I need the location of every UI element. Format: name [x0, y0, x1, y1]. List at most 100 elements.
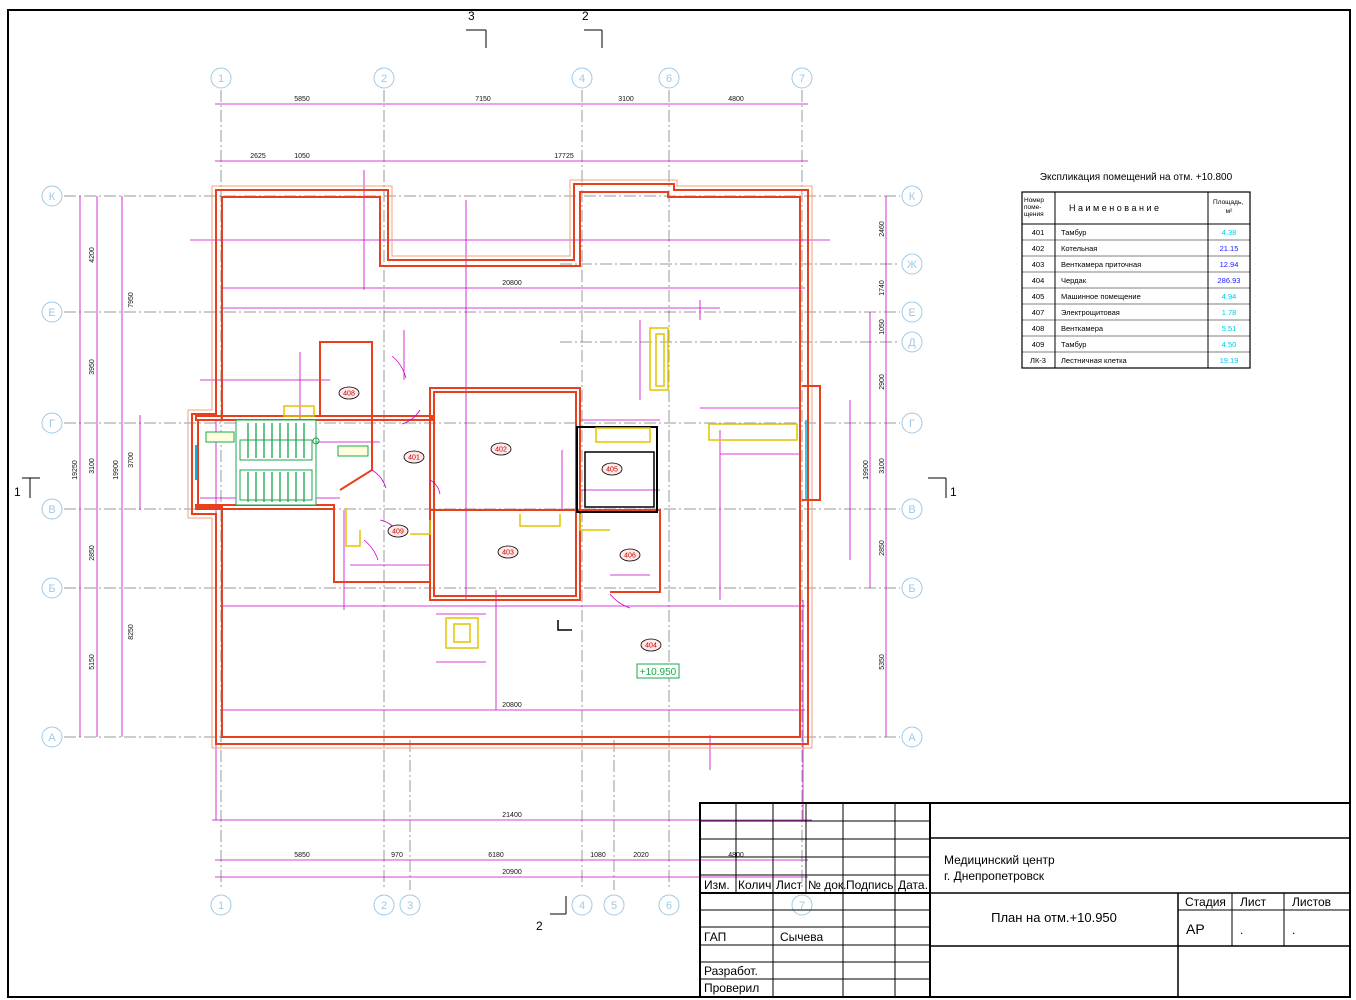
- dim-left-2: 3950: [89, 359, 96, 375]
- axis-bubble-top-4: 4: [571, 67, 593, 89]
- dim-right-3: 2900: [879, 374, 886, 390]
- stair: [195, 419, 807, 506]
- explication-row-number: 407: [1032, 308, 1045, 317]
- dim-interior-top-total: 20800: [502, 280, 522, 287]
- sheet-frame: [7, 9, 1351, 998]
- dim-left-4: 3100: [89, 458, 96, 474]
- dim-bottom-row1-0: 5850: [294, 852, 310, 859]
- elevation-mark-text: +10.950: [640, 667, 677, 678]
- dim-left-9: 5150: [89, 654, 96, 670]
- dim-right-7: 5350: [879, 654, 886, 670]
- axis-bubble-top-4-label: 4: [579, 73, 585, 85]
- axis-bubble-right-1: Ж: [901, 253, 923, 275]
- dim-left-1: 7950: [128, 292, 135, 308]
- room-tag-409-label: 409: [392, 529, 404, 536]
- room-tag-401-label: 401: [408, 455, 420, 462]
- drawing-sheet: 12467 1234567 КЕГВБА КЖЕДГВБА 4014024034…: [7, 9, 1351, 998]
- tb-project-line1: Медицинский центр: [944, 853, 1055, 867]
- axis-bubble-bottom-2: 2: [373, 894, 395, 916]
- axis-bubble-right-4-label: Г: [909, 418, 915, 430]
- dim-left-7: 2850: [89, 545, 96, 561]
- section-cut-1-right-label: 1: [950, 485, 957, 499]
- explication-row-name: Венткамера приточная: [1061, 260, 1141, 269]
- explication-row: 405 Машинное помещение 4.94: [1022, 287, 1250, 301]
- axis-bubble-left-5-label: А: [48, 732, 56, 744]
- explication-row-name: Котельная: [1061, 244, 1097, 253]
- explication-row: 401 Тамбур 4.38: [1032, 228, 1237, 237]
- explication-row-number: 402: [1032, 244, 1045, 253]
- explication-title: Экспликация помещений на отм. +10.800: [1040, 172, 1233, 183]
- axis-bubble-left-3: В: [41, 498, 63, 520]
- axis-bubble-bottom-5-label: 5: [611, 900, 617, 912]
- dim-bottom-row1-2: 6180: [488, 852, 504, 859]
- explication-row-number: ЛК-3: [1030, 356, 1046, 365]
- section-cuts: 3 2 2 1 1: [14, 9, 957, 933]
- dim-left-5: 19900: [113, 460, 120, 480]
- door-swings: [363, 355, 631, 609]
- explication-row: 402 Котельная 21.15: [1022, 239, 1250, 253]
- axis-bubble-right-1-label: Ж: [907, 259, 917, 271]
- tb-project-line2: г. Днепропетровск: [944, 869, 1045, 883]
- axis-bubble-right-2-label: Е: [908, 307, 915, 319]
- explication-row-name: Электрощитовая: [1061, 308, 1120, 317]
- room-tag-404: 404: [640, 638, 662, 652]
- explication-row-number: 409: [1032, 340, 1045, 349]
- section-cut-3-label: 3: [468, 9, 475, 23]
- axis-bubbles-right: К Ж Е Д Г В Б А: [901, 185, 923, 748]
- room-tag-405: 405: [601, 462, 623, 476]
- axis-bubble-right-3-label: Д: [908, 337, 916, 349]
- explication-row-name: Венткамера: [1061, 324, 1104, 333]
- axis-bubbles-top: 1 2 4 6 7: [210, 67, 813, 89]
- section-cut-2-label: 2: [582, 9, 589, 23]
- axis-bubble-right-0-label: К: [909, 191, 916, 203]
- axis-bubbles-bottom: 1 2 3 4 5 6 7: [210, 894, 813, 916]
- tb-header-sign: Подпись: [846, 878, 894, 892]
- axis-bubble-bottom-6-label: 6: [666, 900, 672, 912]
- dim-right-1: 1740: [879, 280, 886, 296]
- room-tag-403-label: 403: [502, 550, 514, 557]
- axis-bubble-bottom-4: 4: [571, 894, 593, 916]
- axis-bubble-bottom-6: 6: [658, 894, 680, 916]
- dim-top-row1-3: 4800: [728, 96, 744, 103]
- room-tag-405-label: 405: [606, 467, 618, 474]
- axis-bubble-right-4: Г: [901, 412, 923, 434]
- dim-top-row1-0: 5850: [294, 96, 310, 103]
- horizontal-grid-axes: [64, 195, 900, 738]
- dimension-lines: [79, 103, 887, 878]
- dim-top-row2-1: 1050: [294, 153, 310, 160]
- dim-left-0: 4200: [89, 247, 96, 263]
- axis-bubble-top-1: 1: [210, 67, 232, 89]
- dim-bottom-row1-4: 2020: [633, 852, 649, 859]
- axis-bubble-right-0: К: [901, 185, 923, 207]
- dim-top-row2-0: 2625: [250, 153, 266, 160]
- explication-header-area: Площадь, м²: [1213, 199, 1245, 215]
- axis-bubble-top-2-label: 2: [381, 73, 387, 85]
- dim-left-6: 3700: [128, 452, 135, 468]
- explication-row-area: 4.50: [1222, 340, 1237, 349]
- axis-bubble-top-1-label: 1: [218, 73, 224, 85]
- dim-top-row1-2: 3100: [618, 96, 634, 103]
- axis-bubble-left-4-label: Б: [48, 583, 55, 595]
- tb-col-sheets: Листов: [1292, 895, 1331, 909]
- explication-row-name: Лестничная клетка: [1061, 356, 1128, 365]
- explication-row-name: Чердак: [1061, 276, 1087, 285]
- tb-sheet-title: План на отм.+10.950: [991, 910, 1117, 925]
- axis-bubble-left-5: А: [41, 726, 63, 748]
- tb-sheets-value: .: [1292, 923, 1295, 937]
- explication-row-area: 5.51: [1222, 324, 1237, 333]
- explication-row: 403 Венткамера приточная 12.94: [1022, 255, 1250, 269]
- tb-sheet-value: .: [1240, 923, 1243, 937]
- dim-top-row1-1: 7150: [475, 96, 491, 103]
- tb-col-sheet: Лист: [1240, 895, 1267, 909]
- dim-top-row2-2: 17725: [554, 153, 574, 160]
- axis-bubble-bottom-4-label: 4: [579, 900, 585, 912]
- explication-row-number: 408: [1032, 324, 1045, 333]
- explication-table: Экспликация помещений на отм. +10.800 Но…: [1021, 172, 1251, 369]
- explication-row-name: Тамбур: [1061, 340, 1086, 349]
- explication-row-area: 286.93: [1218, 276, 1241, 285]
- room-tag-409: 409: [387, 524, 409, 538]
- tb-header-doc: № док.: [808, 878, 846, 892]
- axis-bubble-right-5: В: [901, 498, 923, 520]
- axis-bubble-bottom-1-label: 1: [218, 900, 224, 912]
- explication-row-area: 1.78: [1222, 308, 1237, 317]
